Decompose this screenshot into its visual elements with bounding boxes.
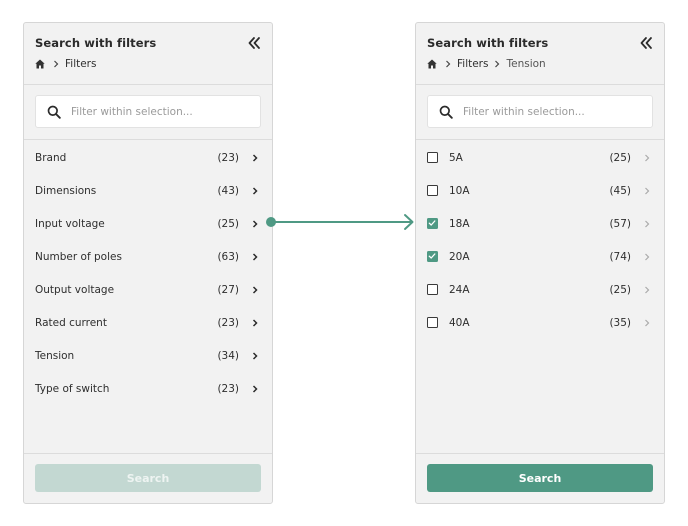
filter-option-40a[interactable]: 40A (35) xyxy=(416,306,664,339)
chevron-right-icon xyxy=(252,285,258,294)
search-icon xyxy=(439,105,453,119)
chevron-right-icon xyxy=(252,351,258,360)
filter-count: (57) xyxy=(609,217,631,230)
filter-category-list: Brand (23) Dimensions (43) Input voltage… xyxy=(24,140,272,405)
panel-header: Search with filters Filters Tension xyxy=(416,23,664,85)
filter-count: (25) xyxy=(609,283,631,296)
filter-category-rated-current[interactable]: Rated current (23) xyxy=(24,306,272,339)
checkmark-icon xyxy=(428,220,436,226)
filter-category-input-voltage[interactable]: Input voltage (25) xyxy=(24,207,272,240)
filter-count: (27) xyxy=(217,283,239,296)
filter-value-list: 5A (25) 10A (45) 18A (57) 20A (74) 24A (… xyxy=(416,140,664,339)
panel-title: Search with filters xyxy=(35,36,157,50)
filter-label: Rated current xyxy=(35,316,107,329)
chevron-right-icon xyxy=(645,286,650,293)
filter-label: Tension xyxy=(35,349,75,362)
chevron-right-icon xyxy=(645,154,650,161)
chevron-right-icon xyxy=(252,186,258,195)
filter-label: 40A xyxy=(449,316,470,329)
checkbox[interactable] xyxy=(427,185,438,196)
search-icon xyxy=(47,105,61,119)
filter-search-box[interactable] xyxy=(35,95,261,128)
filter-category-number-of-poles[interactable]: Number of poles (63) xyxy=(24,240,272,273)
breadcrumb: Filters Tension xyxy=(427,58,546,70)
filter-option-24a[interactable]: 24A (25) xyxy=(416,273,664,306)
chevron-right-icon xyxy=(252,384,258,393)
checkbox-checked[interactable] xyxy=(427,251,438,262)
filter-search-input[interactable] xyxy=(463,105,638,118)
filter-count: (34) xyxy=(217,349,239,362)
chevron-right-icon xyxy=(645,220,650,227)
filter-label: 18A xyxy=(449,217,470,230)
breadcrumb-filters[interactable]: Filters xyxy=(457,58,488,70)
home-icon[interactable] xyxy=(427,59,437,69)
chevron-right-icon xyxy=(645,187,650,194)
filter-label: Input voltage xyxy=(35,217,105,230)
search-button[interactable]: Search xyxy=(35,464,261,492)
filter-option-5a[interactable]: 5A (25) xyxy=(416,141,664,174)
checkbox-checked[interactable] xyxy=(427,218,438,229)
breadcrumb-chevron-icon xyxy=(54,60,59,68)
filter-count: (23) xyxy=(217,316,239,329)
filter-count: (43) xyxy=(217,184,239,197)
chevron-right-icon xyxy=(645,253,650,260)
panel-footer: Search xyxy=(416,453,664,503)
filter-search-section xyxy=(24,85,272,140)
search-button[interactable]: Search xyxy=(427,464,653,492)
filter-option-20a[interactable]: 20A (74) xyxy=(416,240,664,273)
checkbox[interactable] xyxy=(427,284,438,295)
checkbox[interactable] xyxy=(427,317,438,328)
breadcrumb-filters[interactable]: Filters xyxy=(65,58,96,70)
panel-footer: Search xyxy=(24,453,272,503)
filter-category-output-voltage[interactable]: Output voltage (27) xyxy=(24,273,272,306)
chevron-right-icon xyxy=(252,219,258,228)
filter-category-dimensions[interactable]: Dimensions (43) xyxy=(24,174,272,207)
panel-title: Search with filters xyxy=(427,36,549,50)
filter-label: Number of poles xyxy=(35,250,122,263)
filter-search-box[interactable] xyxy=(427,95,653,128)
chevron-right-icon xyxy=(252,153,258,162)
filter-label: Output voltage xyxy=(35,283,115,296)
filter-category-brand[interactable]: Brand (23) xyxy=(24,141,272,174)
filter-category-tension[interactable]: Tension (34) xyxy=(24,339,272,372)
filter-count: (74) xyxy=(609,250,631,263)
collapse-double-chevron-icon[interactable] xyxy=(246,35,262,51)
filter-label: 10A xyxy=(449,184,470,197)
breadcrumb-chevron-icon xyxy=(495,60,500,68)
filter-search-input[interactable] xyxy=(71,105,246,118)
home-icon[interactable] xyxy=(35,59,45,69)
filter-count: (45) xyxy=(609,184,631,197)
filter-count: (23) xyxy=(217,382,239,395)
chevron-right-icon xyxy=(252,252,258,261)
filter-search-section xyxy=(416,85,664,140)
panel-header: Search with filters Filters xyxy=(24,23,272,85)
filter-count: (63) xyxy=(217,250,239,263)
filter-count: (35) xyxy=(609,316,631,329)
filter-panel-right: Search with filters Filters Tension Filt… xyxy=(415,22,665,504)
filter-label: Brand xyxy=(35,151,67,164)
filter-count: (23) xyxy=(217,151,239,164)
chevron-right-icon xyxy=(252,318,258,327)
checkmark-icon xyxy=(428,253,436,259)
filter-label: 20A xyxy=(449,250,470,263)
filter-option-18a[interactable]: 18A (57) xyxy=(416,207,664,240)
collapse-double-chevron-icon[interactable] xyxy=(638,35,654,51)
filter-count: (25) xyxy=(609,151,631,164)
filter-category-type-of-switch[interactable]: Type of switch (23) xyxy=(24,372,272,405)
connector-arrowhead xyxy=(404,214,414,230)
filter-label: 5A xyxy=(449,151,463,164)
filter-label: Type of switch xyxy=(35,382,110,395)
breadcrumb-tension: Tension xyxy=(506,58,546,70)
filter-count: (25) xyxy=(217,217,239,230)
checkbox[interactable] xyxy=(427,152,438,163)
chevron-right-icon xyxy=(645,319,650,326)
filter-option-10a[interactable]: 10A (45) xyxy=(416,174,664,207)
filter-label: Dimensions xyxy=(35,184,97,197)
filter-panel-left: Search with filters Filters Brand (23) xyxy=(23,22,273,504)
filter-label: 24A xyxy=(449,283,470,296)
breadcrumb-chevron-icon xyxy=(446,60,451,68)
breadcrumb: Filters xyxy=(35,58,96,70)
